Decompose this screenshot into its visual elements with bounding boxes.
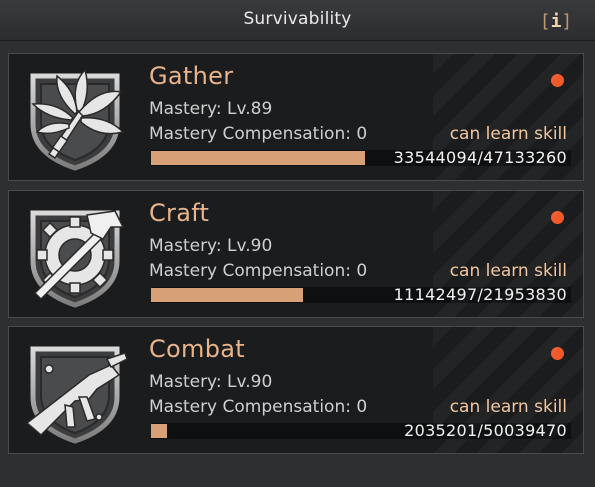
- notification-dot: [551, 211, 564, 224]
- exp-progress-text: 33544094/47133260: [393, 148, 567, 167]
- page-title: Survivability: [243, 9, 352, 29]
- skill-card-gather[interactable]: Gather Mastery: Lv.89 Mastery Compensati…: [8, 53, 584, 181]
- can-learn-skill-link[interactable]: can learn skill: [450, 397, 567, 417]
- exp-progress-bar: 11142497/21953830: [151, 285, 571, 304]
- exp-progress-bar: 33544094/47133260: [151, 148, 571, 167]
- exp-progress-bar: 2035201/50039470: [151, 421, 571, 440]
- exp-progress-fill: [151, 151, 365, 165]
- mastery-level: Mastery: Lv.90: [149, 372, 273, 392]
- exp-progress-fill: [151, 288, 303, 302]
- notification-dot: [551, 74, 564, 87]
- info-bracket-right: ]: [561, 11, 573, 32]
- info-bracket-left: [: [539, 11, 551, 32]
- can-learn-skill-link[interactable]: can learn skill: [450, 124, 567, 144]
- skill-card-craft[interactable]: Craft Mastery: Lv.90 Mastery Compensatio…: [8, 190, 584, 318]
- info-button[interactable]: [i]: [539, 9, 573, 35]
- submachine-gun-icon: [25, 346, 128, 444]
- mastery-level: Mastery: Lv.90: [149, 236, 273, 256]
- skill-name: Gather: [149, 62, 234, 90]
- can-learn-skill-link[interactable]: can learn skill: [450, 261, 567, 281]
- mastery-level: Mastery: Lv.89: [149, 99, 273, 119]
- title-bar: Survivability [i]: [0, 0, 595, 41]
- exp-progress-fill: [151, 424, 167, 438]
- mastery-compensation: Mastery Compensation: 0: [149, 261, 368, 281]
- info-icon: i: [550, 11, 562, 32]
- leaf-bundle-icon: [30, 68, 125, 171]
- skill-card-combat[interactable]: Combat Mastery: Lv.90 Mastery Compensati…: [8, 326, 584, 454]
- notification-dot: [551, 347, 564, 360]
- skill-name: Craft: [149, 199, 210, 227]
- exp-progress-text: 2035201/50039470: [404, 421, 567, 440]
- mastery-compensation: Mastery Compensation: 0: [149, 124, 368, 144]
- mastery-compensation: Mastery Compensation: 0: [149, 397, 368, 417]
- hammer-gear-icon: [30, 210, 125, 308]
- exp-progress-text: 11142497/21953830: [393, 285, 567, 304]
- skill-name: Combat: [149, 335, 245, 363]
